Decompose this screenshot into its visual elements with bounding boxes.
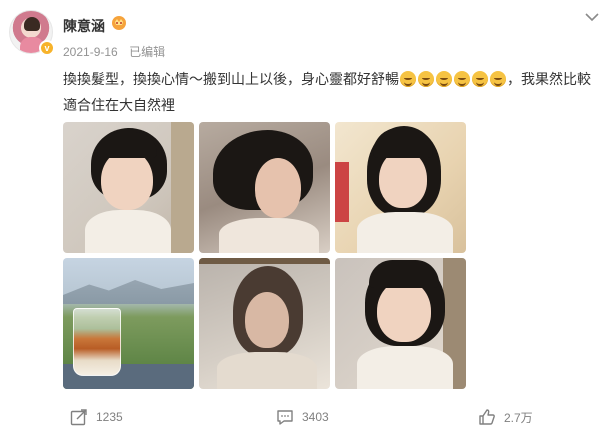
smile-emoji-icon: [418, 71, 434, 87]
post-text-line-2: 適合住在大自然裡: [63, 97, 175, 113]
like-icon: [479, 409, 495, 425]
photo-3[interactable]: [335, 122, 466, 253]
comment-count: 3403: [302, 410, 329, 424]
crown-icon: [112, 16, 126, 30]
smile-emoji-icon: [472, 71, 488, 87]
smile-emoji-icon: [454, 71, 470, 87]
post-actions: 1235 3403 2.7万: [0, 405, 616, 429]
post-text-part-1: 換換髮型，換換心情～搬到山上以後，身心靈都好舒暢: [63, 71, 399, 87]
more-chevron-icon[interactable]: [585, 12, 599, 22]
post-meta: 2021-9-16 已编辑: [63, 43, 173, 60]
photo-6[interactable]: [335, 258, 466, 389]
photo-2[interactable]: [199, 122, 330, 253]
photo-1[interactable]: [63, 122, 194, 253]
post-date[interactable]: 2021-9-16: [63, 45, 118, 59]
comment-button[interactable]: 3403: [276, 405, 329, 429]
share-count: 1235: [96, 410, 123, 424]
verified-badge: v: [39, 40, 55, 56]
author-name[interactable]: 陳意涵: [63, 16, 105, 36]
post-text-part-2: ，我果然比較: [507, 71, 591, 87]
post-text-line-1: 換換髮型，換換心情～搬到山上以後，身心靈都好舒暢 ，我果然比較: [63, 66, 603, 92]
smile-emoji-icon: [400, 71, 416, 87]
comment-icon: [277, 410, 293, 425]
like-count: 2.7万: [504, 410, 533, 425]
weibo-post: v 陳意涵 2021-9-16 已编辑 換換髮型，換換心情～搬到山上以後，身心靈…: [0, 0, 616, 438]
smile-emoji-icon: [436, 71, 452, 87]
photo-5[interactable]: [199, 258, 330, 389]
smile-emoji-icon: [490, 71, 506, 87]
post-text: 換換髮型，換換心情～搬到山上以後，身心靈都好舒暢 ，我果然比較 適合住在大自然裡: [63, 66, 603, 118]
photo-4[interactable]: [63, 258, 194, 389]
share-button[interactable]: 1235: [70, 405, 123, 429]
edited-label[interactable]: 已编辑: [129, 45, 165, 59]
like-button[interactable]: 2.7万: [478, 405, 533, 429]
share-icon: [70, 409, 87, 426]
avatar[interactable]: v: [9, 10, 55, 56]
